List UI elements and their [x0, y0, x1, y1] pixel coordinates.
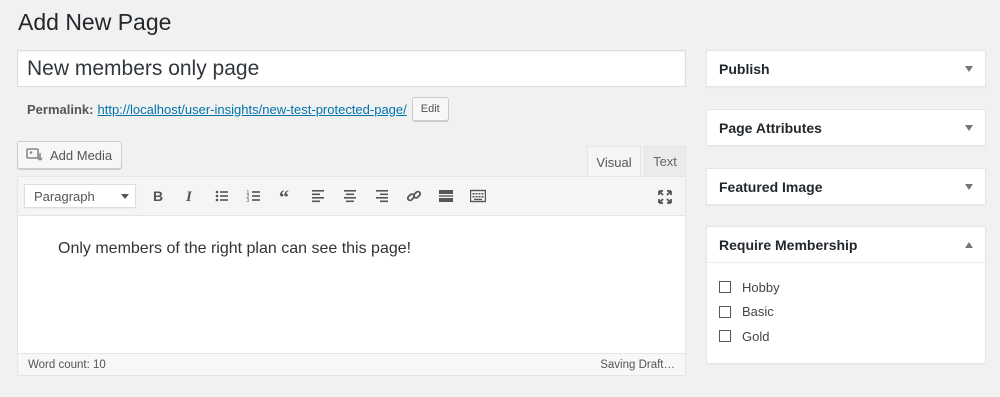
- add-media-label: Add Media: [50, 147, 113, 163]
- featured-image-header[interactable]: Featured Image: [707, 169, 985, 204]
- editor-content[interactable]: Only members of the right plan can see t…: [18, 216, 685, 353]
- membership-option-label: Hobby: [742, 279, 780, 295]
- read-more-icon[interactable]: [436, 186, 456, 206]
- toggle-arrow-icon[interactable]: [965, 241, 973, 248]
- toggle-arrow-icon[interactable]: [965, 183, 973, 190]
- svg-text:3: 3: [247, 198, 250, 204]
- tab-text[interactable]: Text: [644, 146, 686, 176]
- membership-option-basic[interactable]: Basic: [719, 300, 973, 325]
- featured-image-box: Featured Image: [706, 168, 986, 205]
- format-select-value: Paragraph: [34, 188, 95, 204]
- permalink-label: Permalink:: [27, 101, 94, 117]
- featured-image-title: Featured Image: [719, 178, 823, 195]
- require-membership-box: Require Membership Hobby Basic Gold: [706, 226, 986, 364]
- checkbox[interactable]: [719, 330, 731, 343]
- toolbar-toggle-icon[interactable]: [468, 186, 488, 206]
- chevron-down-icon: [121, 193, 129, 199]
- numbered-list-icon[interactable]: 1 2 3: [244, 186, 264, 206]
- italic-icon[interactable]: I: [180, 186, 200, 206]
- permalink-bar: Permalink: http://localhost/user-insight…: [27, 97, 449, 121]
- page-attributes-header[interactable]: Page Attributes: [707, 110, 985, 145]
- require-membership-header[interactable]: Require Membership: [707, 227, 985, 262]
- checkbox[interactable]: [719, 305, 731, 318]
- bold-icon[interactable]: B: [148, 186, 168, 206]
- edit-permalink-button[interactable]: Edit: [411, 97, 449, 121]
- tab-visual[interactable]: Visual: [587, 146, 641, 177]
- permalink-link[interactable]: http://localhost/user-insights/new-test-…: [97, 102, 406, 117]
- svg-text:B: B: [153, 188, 163, 204]
- svg-text:I: I: [185, 189, 193, 204]
- membership-option-label: Gold: [742, 328, 770, 344]
- publish-box: Publish: [706, 50, 986, 87]
- fullscreen-icon[interactable]: [655, 187, 675, 207]
- align-right-icon[interactable]: [372, 186, 392, 206]
- page-attributes-box: Page Attributes: [706, 109, 986, 146]
- toggle-arrow-icon[interactable]: [965, 65, 973, 72]
- media-icon: [26, 146, 44, 165]
- page-attributes-title: Page Attributes: [719, 119, 822, 136]
- membership-option-gold[interactable]: Gold: [719, 324, 973, 349]
- page-title: Add New Page: [18, 9, 172, 35]
- toggle-arrow-icon[interactable]: [965, 124, 973, 131]
- bullet-list-icon[interactable]: [212, 186, 232, 206]
- blockquote-icon[interactable]: “: [276, 186, 296, 206]
- word-count: Word count: 10: [28, 358, 106, 371]
- checkbox[interactable]: [719, 281, 731, 294]
- svg-text:“: “: [279, 188, 289, 204]
- content-paragraph: Only members of the right plan can see t…: [58, 240, 412, 257]
- publish-title: Publish: [719, 60, 770, 77]
- editor-toolbar: Paragraph B I 1 2 3 “: [18, 177, 685, 216]
- autosave-status: Saving Draft…: [600, 358, 675, 371]
- format-select[interactable]: Paragraph: [24, 184, 136, 208]
- add-media-button[interactable]: Add Media: [17, 141, 123, 169]
- post-title-input[interactable]: New members only page: [17, 50, 686, 87]
- publish-box-header[interactable]: Publish: [707, 51, 985, 86]
- editor-statusbar: Word count: 10 Saving Draft…: [18, 353, 685, 375]
- align-center-icon[interactable]: [340, 186, 360, 206]
- editor: Paragraph B I 1 2 3 “ Only members of th…: [17, 176, 686, 376]
- link-icon[interactable]: [404, 186, 424, 206]
- require-membership-title: Require Membership: [719, 236, 858, 253]
- membership-option-hobby[interactable]: Hobby: [719, 275, 973, 300]
- align-left-icon[interactable]: [308, 186, 328, 206]
- membership-options: Hobby Basic Gold: [707, 262, 985, 363]
- membership-option-label: Basic: [742, 304, 774, 320]
